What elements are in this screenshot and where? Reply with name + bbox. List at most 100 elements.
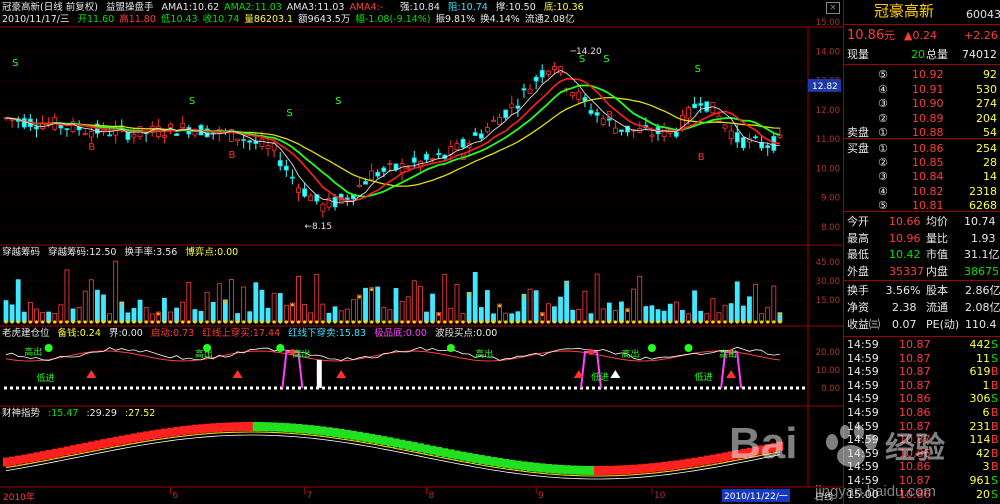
tick-side: S [991, 351, 998, 365]
tick-volume: 11 [976, 351, 990, 365]
volume-dot [662, 320, 666, 324]
volume-dot [607, 320, 611, 324]
tick-volume: 42 [976, 446, 990, 460]
wealth-ribbon-segment [539, 463, 546, 473]
month-label: 7 [307, 491, 313, 501]
volume-bar [527, 288, 533, 323]
stat-row: 换手 3.56% 股本 2.86亿 [844, 282, 1000, 299]
volume-bar [485, 290, 490, 323]
wealth-ribbon-segment [459, 451, 467, 461]
volume-bar [722, 304, 728, 323]
candle-body [174, 133, 180, 137]
volume-dot [65, 320, 69, 324]
volume-dot [296, 320, 301, 324]
wealth-ribbon-segment [691, 457, 699, 467]
volume-bar [448, 307, 454, 323]
volume-bar [70, 308, 76, 323]
high-price-marker: ─14.20 [570, 47, 602, 57]
volume-bar [320, 303, 326, 323]
volume-dot [168, 320, 173, 324]
tick-row[interactable]: 14:59 10.87 619 B [844, 365, 1000, 379]
volume-bar [753, 284, 758, 323]
volume-bar [387, 309, 393, 323]
volume-bar [180, 301, 186, 323]
tiger-up-arrow [86, 370, 97, 378]
ama2-value: AMA2:11.03 [224, 2, 282, 13]
volume-bar [466, 292, 472, 323]
volume-dot [77, 320, 81, 324]
tiger-signal-label: 高出 [719, 348, 737, 360]
high-value: 高11.80 [119, 14, 156, 25]
volume-bar [594, 273, 600, 323]
resist-value: 阻:10.74 [447, 2, 488, 13]
volume-dot [625, 320, 630, 324]
wealth-ribbon-segment [356, 431, 363, 441]
stat-row: 最低 10.42 市值 31.1亿 [844, 246, 1000, 263]
volume-dot [388, 320, 392, 324]
volume-bar [692, 290, 697, 323]
tick-row[interactable]: 14:59 10.86 306 S [844, 392, 1000, 406]
volume-dot [522, 320, 526, 324]
red-down-sell-value: 红线下穿卖:15.83 [288, 328, 367, 339]
volume-dot [175, 320, 179, 324]
volume-dot [242, 320, 246, 324]
volume-dot [89, 320, 93, 324]
wealth-v2: :29.29 [86, 408, 117, 419]
tiger-panel-header: 老虎建仓位 备钱:0.24 界:0.00 启动:0.73 红线上穿买:17.44… [2, 328, 502, 340]
wealth-ribbon-segment [533, 462, 540, 472]
wealth-ribbon-segment [648, 463, 656, 473]
wealth-ribbon-segment [130, 433, 138, 443]
volume-marker [565, 281, 569, 285]
wealth-ribbon-segment [642, 463, 650, 473]
divider [844, 24, 1000, 25]
wealth-ribbon-segment [447, 449, 455, 459]
wealth-ribbon-segment [155, 429, 162, 439]
amount-value: 额9643.5万 [298, 14, 351, 25]
volume-row: 现量 20 总量 74012 [844, 46, 1000, 63]
candle-body [460, 138, 466, 148]
volume-dot [315, 320, 319, 324]
tiger-signal-label: 高出 [195, 348, 213, 360]
close-icon[interactable]: ✕ [826, 2, 840, 14]
volume-bar [76, 307, 82, 323]
candle-body [491, 119, 496, 122]
volume-bar [3, 300, 9, 323]
wealth-ribbon-segment [149, 430, 156, 440]
candle-body [375, 171, 381, 177]
volume-bar [344, 308, 350, 323]
sell-signal-marker: S [12, 58, 18, 69]
volume-bar [405, 296, 411, 323]
tiger-up-arrow [610, 370, 621, 378]
wealth-ribbon-segment [76, 444, 83, 453]
tiger-axis-label: 0.00 [821, 384, 840, 394]
stat-value: 2.38 [892, 301, 917, 314]
volume-bar [15, 279, 21, 323]
stat-value: 2.08亿 [965, 301, 1000, 314]
wealth-panel-name: 财神指势 [2, 408, 41, 419]
tick-row[interactable]: 14:59 10.87 442 S [844, 338, 1000, 352]
turnover-value: 换4.14% [480, 14, 520, 25]
wealth-ribbon-segment [600, 465, 607, 475]
tick-row[interactable]: 14:59 10.87 1 B [844, 379, 1000, 393]
wealth-ribbon-segment [301, 424, 309, 434]
volume-bar [399, 301, 405, 323]
month-label: 10 [654, 491, 666, 501]
candle-body [661, 127, 667, 138]
volume-bar [363, 287, 368, 323]
volume-bar [27, 302, 33, 323]
volume-dot [193, 320, 197, 324]
wealth-ribbon-segment [392, 438, 400, 448]
volume-dot [717, 320, 721, 324]
volume-dot [181, 320, 185, 324]
volume-bar [680, 309, 685, 323]
tiger-panel-name: 老虎建仓位 [2, 328, 50, 339]
stat-value: 10.42 [889, 248, 921, 261]
tick-volume: 1 [982, 378, 990, 392]
tick-row[interactable]: 14:59 10.87 11 S [844, 352, 1000, 366]
volume-bar [357, 294, 362, 323]
volume-bar [393, 288, 399, 323]
stat-label: 外盘 [847, 264, 869, 278]
chip-panel-name: 穿越筹码 [2, 247, 41, 258]
tiger-green-dot [647, 344, 656, 352]
candle-body [168, 123, 173, 128]
